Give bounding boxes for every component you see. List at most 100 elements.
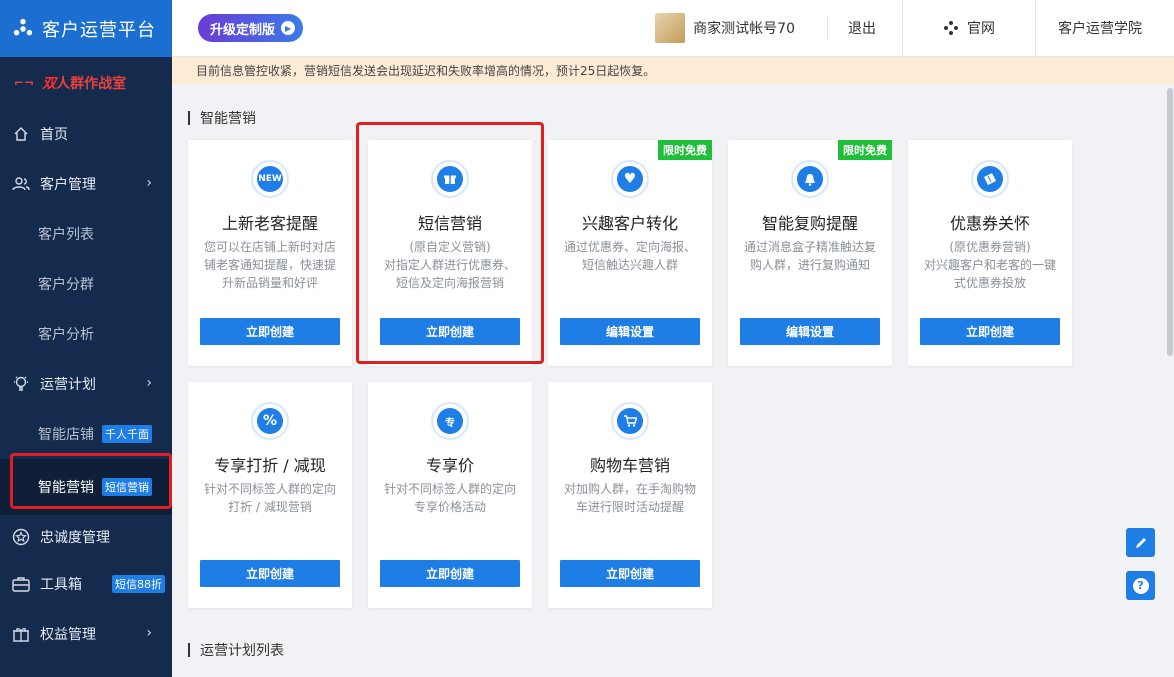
card-desc-line: 对指定人群进行优惠券、短信及定向海报营销 — [383, 258, 516, 290]
card-desc-line: (原自定义营销) — [409, 240, 491, 254]
card-desc: 通过优惠券、定向海报、短信触达兴趣人群 — [563, 240, 696, 272]
card-title: 专享价 — [425, 456, 474, 475]
card-desc-line: 对兴趣客户和老客的一键式优惠券投放 — [923, 258, 1056, 290]
sidebar-item-label: 运营计划 — [40, 377, 96, 393]
bell-icon — [791, 160, 829, 198]
create-button[interactable]: 立即创建 — [920, 318, 1060, 345]
sidebar-item-label: 智能营销 — [38, 480, 94, 496]
card-desc: 通过消息盒子精准触达复购人群，进行复购通知 — [743, 240, 876, 272]
edit-settings-button[interactable]: 编辑设置 — [740, 318, 880, 345]
pencil-icon — [1135, 537, 1146, 548]
sidebar-item-label: 客户列表 — [38, 227, 94, 243]
sidebar-badge: 短信88折 — [112, 575, 165, 593]
card-title: 兴趣客户转化 — [581, 214, 678, 233]
card-exclusive-price: 专 专享价 针对不同标签人群的定向专享价格活动 立即创建 — [368, 382, 532, 608]
create-button[interactable]: 立即创建 — [380, 318, 520, 345]
star-icon — [12, 528, 30, 546]
sidebar-item-label: 权益管理 — [40, 627, 96, 643]
card-title: 专享打折 / 减现 — [214, 456, 326, 475]
sidebar-item-customer-analysis[interactable]: 客户分析 — [0, 309, 172, 359]
sidebar-item-label: 忠诚度管理 — [40, 530, 110, 546]
sidebar: 客户运营平台 ⌐¬ 双人群作战室 首页 客户管理 › 客户列表 客户分群 客户分… — [0, 0, 172, 677]
percent-icon: % — [251, 402, 289, 440]
official-site-link[interactable]: 官网 — [902, 0, 1035, 57]
card-cart-marketing: 购物车营销 对加购人群，在手淘购物车进行限时活动提醒 立即创建 — [548, 382, 712, 608]
card-desc: (原优惠券营销) 对兴趣客户和老客的一键式优惠券投放 — [908, 238, 1072, 292]
card-title: 购物车营销 — [589, 456, 670, 475]
logout-label: 退出 — [848, 21, 876, 37]
sidebar-item-customer-segment[interactable]: 客户分群 — [0, 259, 172, 309]
card-coupon-care: 优惠券关怀 (原优惠券营销) 对兴趣客户和老客的一键式优惠券投放 立即创建 — [908, 140, 1072, 366]
card-desc-line: (原优惠券营销) — [949, 240, 1031, 254]
sidebar-item-smart-store[interactable]: 智能店铺 千人千面 — [0, 409, 172, 459]
help-float-button[interactable]: ? — [1126, 571, 1155, 600]
chevron-right-icon: › — [146, 175, 152, 191]
sidebar-item-label: 客户分群 — [38, 277, 94, 293]
scrollbar-thumb[interactable] — [1167, 88, 1173, 356]
chevron-right-icon: › — [146, 375, 152, 391]
sidebar-item-label: 工具箱 — [40, 577, 82, 593]
section-title-smart-marketing: 智能营销 — [188, 108, 256, 128]
sidebar-item-rights[interactable]: 权益管理 › — [0, 609, 172, 659]
app-title: 客户运营平台 — [42, 19, 156, 41]
sidebar-item-customer-list[interactable]: 客户列表 — [0, 209, 172, 259]
card-sms-marketing: 短信营销 (原自定义营销) 对指定人群进行优惠券、短信及定向海报营销 立即创建 — [368, 140, 532, 366]
card-desc: 对加购人群，在手淘购物车进行限时活动提醒 — [563, 482, 696, 514]
promo-text: 人群作战室 — [56, 76, 127, 92]
sidebar-item-loyalty[interactable]: 忠诚度管理 — [0, 515, 172, 559]
help-icon: ? — [1132, 577, 1149, 594]
app-logo[interactable]: 客户运营平台 — [0, 0, 172, 57]
official-site-icon — [944, 21, 958, 35]
heart-icon: ♥ — [611, 160, 649, 198]
chevron-right-icon: › — [146, 625, 152, 641]
avatar — [655, 13, 686, 43]
promo-banner[interactable]: ⌐¬ 双人群作战室 — [0, 57, 172, 109]
upgrade-button[interactable]: 升级定制版 ▶ — [198, 14, 304, 42]
notice-banner: 目前信息管控收紧，营销短信发送会出现延迟和失败率增高的情况，预计25日起恢复。 — [172, 57, 1174, 84]
new-icon: NEW — [251, 160, 289, 198]
upgrade-label: 升级定制版 — [210, 22, 276, 38]
free-tag: 限时免费 — [838, 140, 892, 160]
sidebar-item-smart-marketing[interactable]: 智能营销 短信营销 — [0, 459, 172, 515]
gift-icon — [12, 625, 30, 643]
top-bar: 升级定制版 ▶ 商家测试帐号70 退出 官网 客户运营学院 — [172, 0, 1174, 57]
card-title: 短信营销 — [417, 214, 482, 233]
edit-settings-button[interactable]: 编辑设置 — [560, 318, 700, 345]
create-button[interactable]: 立即创建 — [560, 560, 700, 587]
card-title: 优惠券关怀 — [949, 214, 1030, 233]
card-title: 上新老客提醒 — [221, 214, 318, 233]
gift-icon — [431, 160, 469, 198]
sidebar-item-home[interactable]: 首页 — [0, 109, 172, 159]
promo-bracket-icon: ⌐¬ — [14, 76, 35, 90]
card-interest-conversion: 限时免费 ♥ 兴趣客户转化 通过优惠券、定向海报、短信触达兴趣人群 编辑设置 — [548, 140, 712, 366]
create-button[interactable]: 立即创建 — [380, 560, 520, 587]
sidebar-item-customer-management[interactable]: 客户管理 › — [0, 159, 172, 209]
create-button[interactable]: 立即创建 — [200, 560, 340, 587]
card-desc: 针对不同标签人群的定向专享价格活动 — [383, 482, 516, 514]
create-button[interactable]: 立即创建 — [200, 318, 340, 345]
logout-link[interactable]: 退出 — [817, 0, 902, 57]
sidebar-item-label: 客户分析 — [38, 327, 94, 343]
academy-link[interactable]: 客户运营学院 — [1035, 0, 1174, 57]
sidebar-item-label: 智能店铺 — [38, 427, 94, 443]
exclusive-icon: 专 — [431, 402, 469, 440]
ticket-icon — [971, 160, 1009, 198]
logo-icon — [13, 18, 33, 35]
home-icon — [12, 125, 30, 143]
lightbulb-icon — [12, 375, 30, 393]
card-new-customer-reminder: NEW 上新老客提醒 您可以在店铺上新时对店铺老客通知提醒，快速提升新品销量和好… — [188, 140, 352, 366]
section-title-plan-list: 运营计划列表 — [188, 640, 284, 660]
academy-label: 客户运营学院 — [1058, 21, 1142, 37]
sidebar-item-toolbox[interactable]: 工具箱 短信88折 — [0, 559, 172, 609]
sidebar-item-operation-plan[interactable]: 运营计划 › — [0, 359, 172, 409]
card-repurchase-reminder: 限时免费 智能复购提醒 通过消息盒子精准触达复购人群，进行复购通知 编辑设置 — [728, 140, 892, 366]
sidebar-badge: 千人千面 — [102, 425, 152, 443]
account-menu[interactable]: 商家测试帐号70 — [633, 0, 817, 57]
sidebar-item-label: 首页 — [40, 127, 68, 143]
notice-text: 目前信息管控收紧，营销短信发送会出现延迟和失败率增高的情况，预计25日起恢复。 — [196, 64, 656, 78]
cart-icon — [611, 402, 649, 440]
sidebar-badge: 短信营销 — [102, 478, 152, 496]
account-name: 商家测试帐号70 — [693, 21, 795, 37]
edit-float-button[interactable] — [1126, 528, 1155, 557]
card-desc: 针对不同标签人群的定向打折 / 减现营销 — [203, 482, 336, 514]
